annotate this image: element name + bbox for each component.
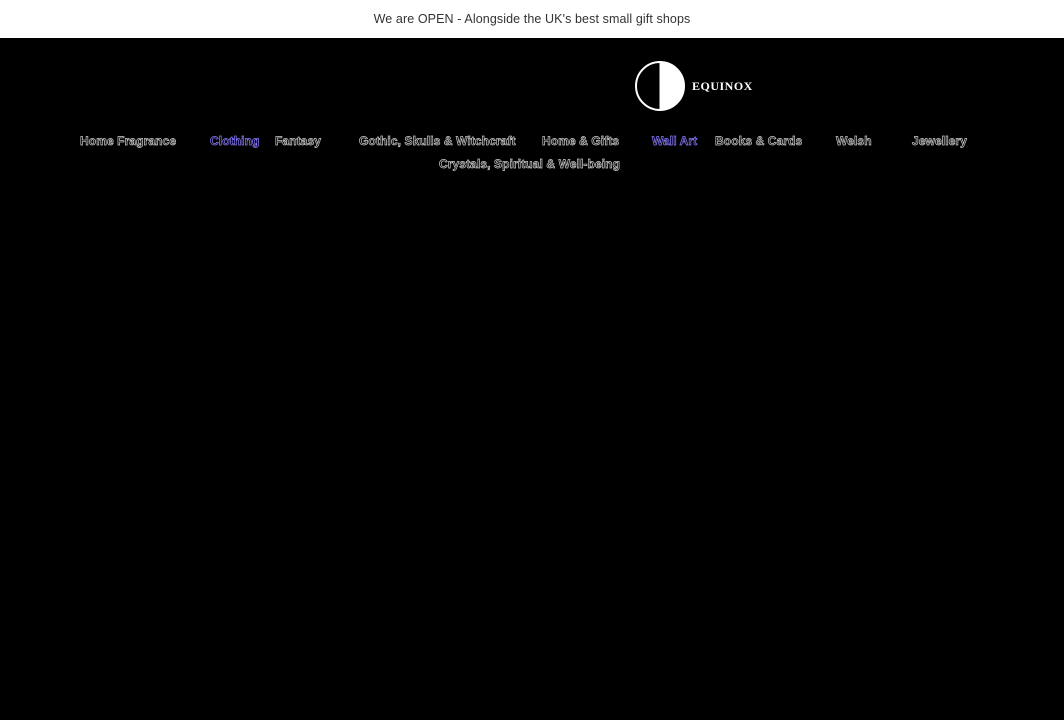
nav-crystals-spiritual-wellbeing[interactable]: Crystals, Spiritual & Well-being <box>439 157 621 172</box>
site-logo[interactable]: EQUINOX <box>634 59 753 113</box>
nav-home-fragrance[interactable]: Home Fragrance <box>80 134 177 149</box>
logo-text: EQUINOX <box>692 78 753 93</box>
nav-fantasy[interactable]: Fantasy <box>275 134 322 149</box>
half-moon-icon <box>635 61 685 111</box>
nav-books-cards[interactable]: Books & Cards <box>715 134 803 149</box>
nav-wall-art[interactable]: Wall Art <box>652 134 698 149</box>
nav-clothing[interactable]: Clothing <box>210 134 260 149</box>
site-header: EQUINOX Home Fragrance Clothing Fantasy … <box>0 38 1064 720</box>
nav-home-gifts[interactable]: Home & Gifts <box>542 134 620 149</box>
announcement-text: We are OPEN - Alongside the UK's best sm… <box>373 12 691 26</box>
nav-jewellery[interactable]: Jewellery <box>912 134 968 149</box>
nav-gothic-skulls-witchcraft[interactable]: Gothic, Skulls & Witchcraft <box>359 134 516 149</box>
nav-welsh[interactable]: Welsh <box>836 134 872 149</box>
announcement-bar: We are OPEN - Alongside the UK's best sm… <box>0 0 1064 38</box>
